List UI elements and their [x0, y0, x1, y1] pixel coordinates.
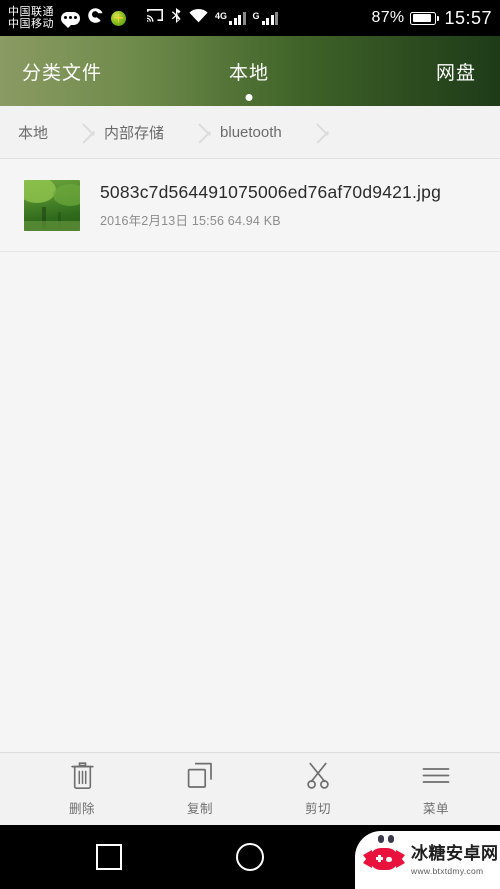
status-system-icons: 4G G	[146, 7, 279, 29]
copy-button[interactable]: 复制	[163, 762, 237, 817]
browser-icon	[87, 7, 104, 29]
cut-button[interactable]: 剪切	[281, 762, 355, 817]
copy-icon	[187, 762, 213, 789]
chevron-right-icon	[190, 106, 220, 158]
breadcrumb: 本地 内部存储 bluetooth	[0, 106, 500, 159]
candy-gamepad-logo-icon	[363, 835, 405, 876]
tab-local[interactable]: 本地	[173, 58, 324, 101]
chevron-right-icon	[74, 106, 104, 158]
chevron-right-icon	[308, 106, 338, 158]
delete-button-label: 删除	[68, 801, 95, 816]
file-name-label: 5083c7d564491075006ed76af70d9421.jpg	[100, 181, 442, 202]
menu-icon	[422, 762, 450, 789]
clock-label: 15:57	[444, 7, 492, 28]
breadcrumb-item-bluetooth[interactable]: bluetooth	[220, 124, 282, 141]
carrier-line-2: 中国移动	[8, 18, 54, 30]
status-bar: 中国联通 中国移动 4G G 87% 15:57	[0, 0, 500, 36]
menu-button[interactable]: 菜单	[399, 762, 473, 817]
battery-icon	[410, 11, 440, 25]
carrier-label: 中国联通 中国移动	[8, 6, 54, 30]
cast-icon	[146, 8, 164, 28]
delete-button[interactable]: 删除	[45, 761, 119, 817]
network-4g-indicator: 4G	[215, 10, 246, 25]
watermark-text-group: 冰糖安卓网 www.btxtdmy.com	[411, 845, 499, 876]
file-details-label: 2016年2月13日 15:56 64.94 KB	[100, 213, 281, 228]
file-meta-group: 5083c7d564491075006ed76af70d9421.jpg 201…	[100, 182, 441, 229]
site-watermark: 冰糖安卓网 www.btxtdmy.com	[355, 831, 500, 889]
copy-button-label: 复制	[186, 801, 213, 816]
tab-label: 本地	[228, 62, 269, 84]
wifi-icon	[189, 8, 208, 28]
watermark-site-url: www.btxtdmy.com	[411, 865, 484, 876]
status-right-group: 87% 15:57	[372, 8, 492, 29]
tab-label: 网盘	[435, 62, 476, 84]
network-g-indicator: G	[252, 10, 279, 25]
menu-button-label: 菜单	[422, 801, 449, 816]
breadcrumb-item-internal-storage[interactable]: 内部存储	[104, 122, 164, 143]
tab-category-files[interactable]: 分类文件	[0, 58, 173, 85]
watermark-site-name: 冰糖安卓网	[411, 843, 499, 863]
carrier-line-1: 中国联通	[8, 6, 54, 18]
breadcrumb-item-local[interactable]: 本地	[18, 122, 48, 143]
trash-icon	[70, 761, 95, 789]
scissors-icon	[305, 762, 331, 789]
cut-button-label: 剪切	[304, 801, 331, 816]
circle-home-icon[interactable]	[236, 843, 264, 871]
top-tab-bar: 分类文件 本地 网盘	[0, 36, 500, 106]
network-4g-label: 4G	[215, 10, 228, 21]
file-list-item[interactable]: 5083c7d564491075006ed76af70d9421.jpg 201…	[0, 159, 500, 252]
tab-netdisk[interactable]: 网盘	[325, 58, 500, 85]
message-bubble-icon	[61, 11, 80, 28]
signal-bars-g	[261, 11, 279, 25]
network-g-label: G	[252, 10, 260, 21]
globe-icon	[111, 10, 126, 26]
bluetooth-icon	[171, 7, 182, 29]
signal-bars-4g	[229, 11, 246, 25]
status-notification-icons	[61, 7, 126, 29]
tab-selected-indicator	[245, 93, 253, 101]
tab-label: 分类文件	[22, 62, 103, 84]
battery-percent-label: 87%	[371, 9, 405, 26]
file-manager-screen: 中国联通 中国移动 4G G 87% 15:57 分类文件 本地 网盘 本地 内…	[0, 0, 500, 889]
bottom-toolbar: 删除 复制 剪切 菜单	[0, 752, 500, 825]
square-recents-icon[interactable]	[96, 844, 122, 870]
file-thumbnail-image	[24, 179, 80, 231]
file-list: 5083c7d564491075006ed76af70d9421.jpg 201…	[0, 159, 500, 752]
